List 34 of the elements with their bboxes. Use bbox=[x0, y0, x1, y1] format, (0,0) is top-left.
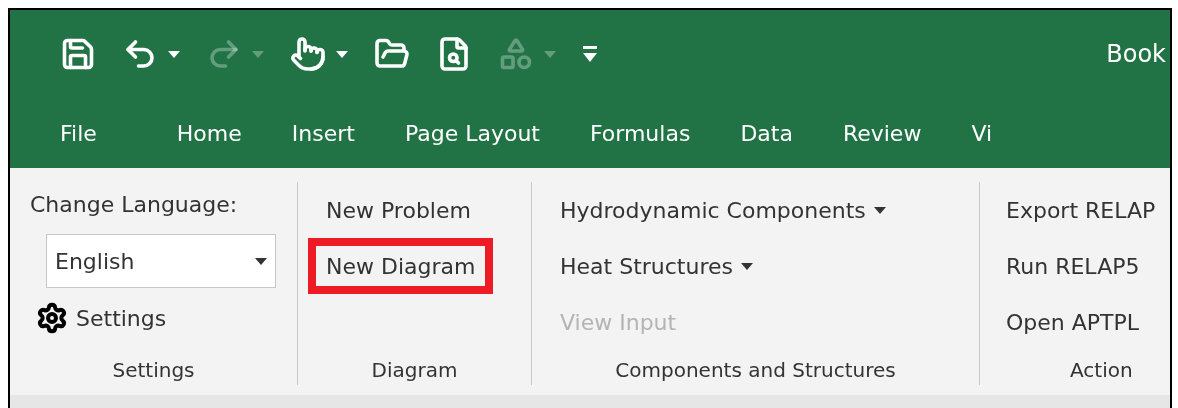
caret-icon bbox=[168, 50, 180, 58]
caret-icon bbox=[873, 206, 886, 214]
ribbon-tab[interactable]: File bbox=[60, 116, 97, 150]
ribbon-tab[interactable]: Vi bbox=[971, 116, 993, 150]
ribbon-tab[interactable]: Home bbox=[176, 116, 242, 150]
save-icon[interactable] bbox=[60, 36, 96, 72]
settings-icon bbox=[36, 302, 68, 334]
window-title: Book bbox=[1106, 39, 1166, 70]
dropdown-caret-icon bbox=[255, 257, 267, 265]
ribbon-tab[interactable]: Data bbox=[740, 116, 793, 150]
settings-button[interactable]: Settings bbox=[36, 296, 167, 340]
ribbon-command[interactable]: Hydrodynamic Components bbox=[560, 182, 886, 238]
caret-icon bbox=[336, 50, 348, 58]
caret-icon bbox=[252, 50, 264, 58]
hand-pointer-icon[interactable] bbox=[290, 36, 326, 72]
caret-icon bbox=[741, 262, 753, 270]
group-label: Action bbox=[1069, 357, 1134, 384]
caret-icon bbox=[544, 50, 556, 58]
ribbon-tab[interactable]: Formulas bbox=[589, 116, 691, 150]
language-select[interactable]: English bbox=[46, 234, 276, 288]
ribbon-tab[interactable]: Review bbox=[842, 116, 922, 150]
ribbon-command[interactable]: Open APTPL bbox=[1006, 294, 1140, 350]
ribbon-command[interactable]: New Problem bbox=[326, 182, 471, 238]
ribbon-command[interactable]: Run RELAP5 bbox=[1006, 238, 1140, 294]
group-label: Settings bbox=[111, 357, 196, 384]
ribbon-command[interactable]: Export RELAP bbox=[1006, 182, 1156, 238]
customize-icon[interactable] bbox=[582, 44, 598, 64]
ribbon-command[interactable]: New Diagram bbox=[308, 238, 494, 294]
ribbon-command[interactable]: Heat Structures bbox=[560, 238, 753, 294]
language-label: Change Language: bbox=[30, 190, 239, 219]
ribbon-tab[interactable]: Page Layout bbox=[404, 116, 540, 150]
group-label: Diagram bbox=[370, 357, 459, 384]
group-label: Components and Structures bbox=[614, 357, 897, 384]
ribbon-tab[interactable]: Insert bbox=[291, 116, 355, 150]
